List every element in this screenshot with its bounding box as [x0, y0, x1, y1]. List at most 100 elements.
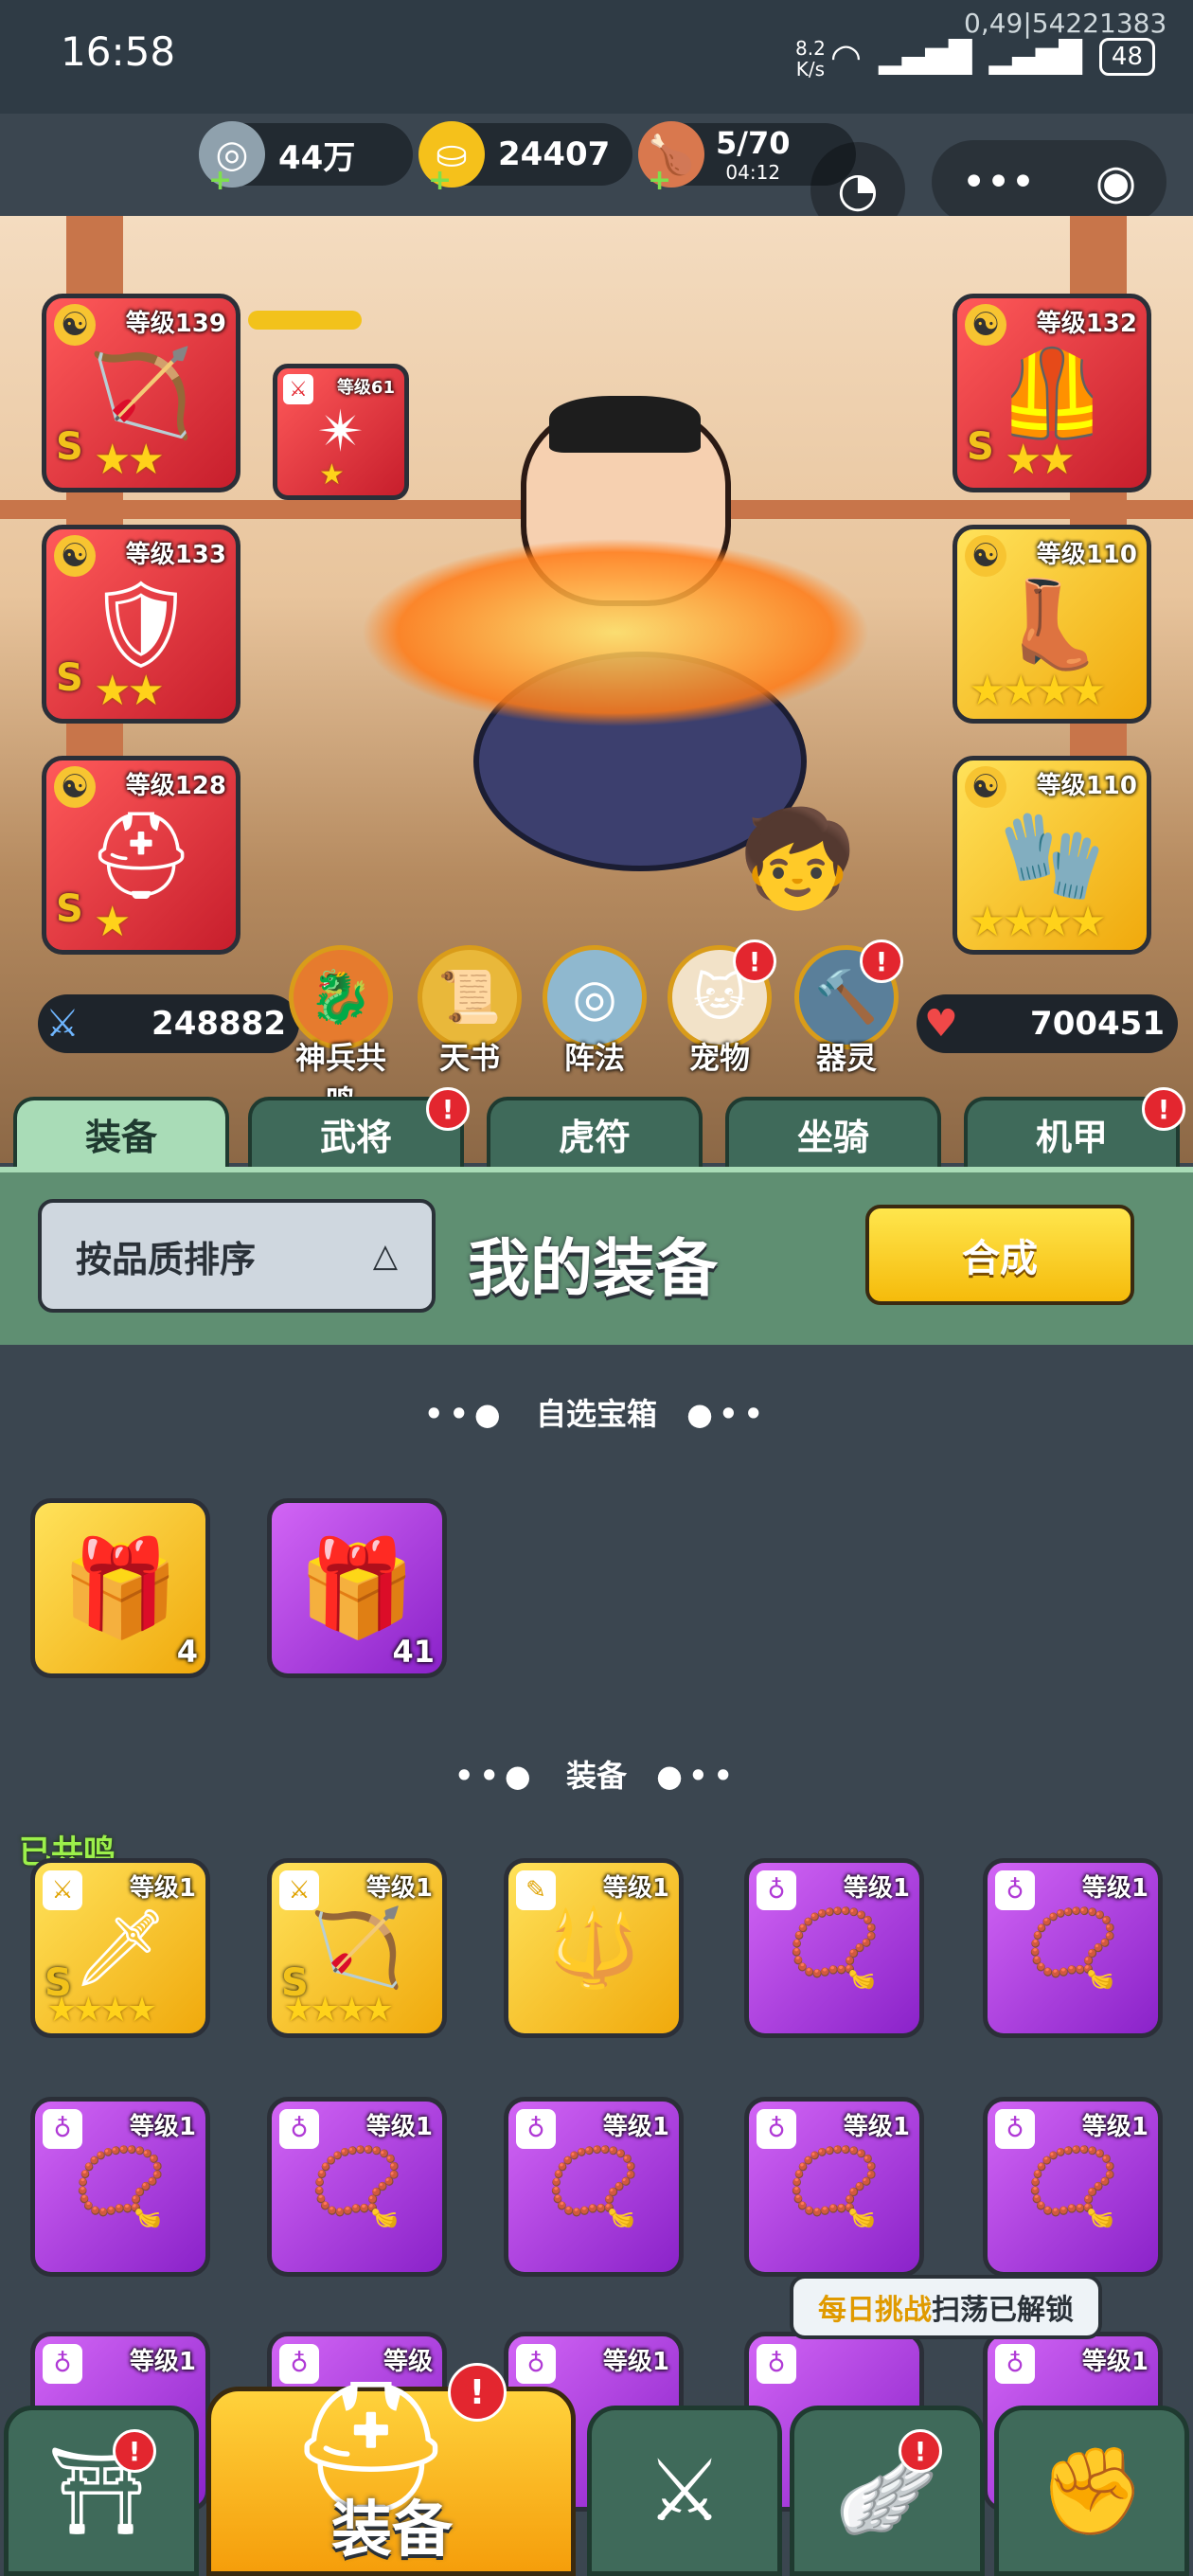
- equipment-item[interactable]: ♁ 等级1 📿: [267, 2097, 447, 2277]
- gold-resource[interactable]: ⛀ + 24407: [418, 121, 632, 197]
- equipment-item[interactable]: ⚔ 等级1 🏹 S ★★★★: [267, 1858, 447, 2038]
- boots-icon: 👢: [998, 574, 1106, 674]
- wifi-icon: ◠: [829, 36, 863, 78]
- stamina-timer: 04:12: [725, 161, 781, 184]
- slot-level: 等级110: [1036, 772, 1137, 800]
- nav-shop[interactable]: ⛩ !: [4, 2406, 199, 2576]
- equip-slot-right-1[interactable]: ☯ 等级132 🦺 S ★★: [953, 294, 1151, 492]
- silver-value: 44万: [278, 138, 356, 177]
- crossbow-icon: 🏹: [310, 1904, 404, 1992]
- add-icon: +: [648, 164, 672, 197]
- feature-formation[interactable]: ◎ 阵法: [538, 945, 651, 1078]
- yin-yang-icon: ☯: [54, 535, 96, 577]
- item-count: 41: [392, 1634, 435, 1670]
- item-level: 等级1: [1081, 1874, 1148, 1903]
- alert-badge: !: [860, 939, 903, 983]
- more-icon[interactable]: •••: [962, 158, 1036, 206]
- dots-decoration: ●••: [686, 1396, 769, 1432]
- equipment-item[interactable]: ♁ 等级1 📿: [30, 2097, 210, 2277]
- equipment-item[interactable]: ✎ 等级1 🔱: [504, 1858, 684, 2038]
- equipment-item[interactable]: ♁ 等级1 📿: [504, 2097, 684, 2277]
- tab-equipment[interactable]: 装备: [13, 1097, 229, 1167]
- feature-label: 宠物: [688, 1040, 750, 1076]
- tab-label: 武将: [319, 1116, 392, 1158]
- tab-generals[interactable]: 武将!: [248, 1087, 470, 1167]
- mystery-chest-icon: 🎁: [61, 1532, 180, 1643]
- equip-slot-left-2[interactable]: ☯ 等级133 🛡 S ★★: [42, 525, 240, 724]
- tab-label: 机甲: [1035, 1116, 1108, 1158]
- horn-necklace-icon: 📿: [787, 2142, 881, 2230]
- feature-heavenly-book[interactable]: 📜 天书: [413, 945, 526, 1078]
- feature-label: 阵法: [563, 1040, 625, 1076]
- star-rating: ★★★★: [283, 1991, 394, 2030]
- nav-battle[interactable]: ⚔: [587, 2406, 782, 2576]
- alert-badge: !: [899, 2429, 942, 2473]
- mystery-chest-icon: 🎁: [297, 1532, 417, 1643]
- item-level: 等级1: [1081, 2348, 1148, 2376]
- feature-weapon-spirit[interactable]: 🔨 器灵 !: [790, 939, 903, 1078]
- yin-yang-icon: ☯: [965, 535, 1006, 577]
- item-level: 等级1: [365, 1874, 433, 1903]
- tab-mount[interactable]: 坐骑: [725, 1097, 941, 1167]
- equipment-item[interactable]: ♁ 等级1 📿: [744, 1858, 924, 2038]
- equipment-item[interactable]: ♁ 等级1 📿: [983, 1858, 1163, 2038]
- stamina-value: 5/70: [716, 125, 791, 161]
- item-level: 等级1: [843, 1874, 910, 1903]
- medal-tag-icon: ♁: [516, 2109, 556, 2149]
- selectable-chest-purple[interactable]: 🎁 41: [267, 1498, 447, 1678]
- status-icons: ◠ ▂▄▆█ ▂▄▆█ 48: [830, 28, 1155, 85]
- equipment-item[interactable]: ♁ 等级1 📿: [983, 2097, 1163, 2277]
- nav-upgrade[interactable]: ✊: [994, 2406, 1189, 2576]
- item-level: 等级1: [843, 2113, 910, 2141]
- tab-mecha[interactable]: 机甲!: [964, 1087, 1185, 1167]
- grade-label: S: [56, 656, 83, 700]
- item-level: 等级1: [129, 1874, 196, 1903]
- alert-badge: !: [1142, 1087, 1185, 1131]
- chain-link: [248, 311, 362, 330]
- item-level: 等级1: [1081, 2113, 1148, 2141]
- section-title-text: 自选宝箱: [535, 1396, 657, 1432]
- tab-tiger-tally[interactable]: 虎符: [487, 1097, 703, 1167]
- star-rating: ★★★★: [969, 898, 1107, 946]
- star-rating: ★: [94, 898, 132, 946]
- star-rating: ★: [319, 458, 345, 492]
- feature-divine-resonance[interactable]: 🐉 神兵共鸣: [284, 945, 398, 1121]
- feature-pet[interactable]: 🐱 宠物 !: [663, 939, 776, 1078]
- equip-slot-left-1[interactable]: ☯ 等级139 🏹 S ★★: [42, 294, 240, 492]
- shuriken-icon: ✴: [316, 399, 365, 465]
- star-rating: ★★: [94, 667, 165, 715]
- feature-label: 天书: [438, 1040, 500, 1076]
- selectable-chest-gold[interactable]: 🎁 4: [30, 1498, 210, 1678]
- scroll-tag-icon: ✎: [516, 1870, 556, 1910]
- slot-level: 等级133: [125, 541, 226, 569]
- equip-slot-right-2[interactable]: ☯ 等级110 👢 ★★★★: [953, 525, 1151, 724]
- horn-necklace-icon: 📿: [73, 2142, 168, 2230]
- silver-resource[interactable]: ◎ + 44万: [199, 121, 413, 197]
- close-circle-icon[interactable]: ◉: [1095, 154, 1137, 209]
- horn-necklace-icon: 📿: [546, 2142, 641, 2230]
- triangle-up-icon: △: [372, 1237, 398, 1275]
- heart-icon: ♥: [924, 1002, 958, 1046]
- sword-icon: ⚔: [45, 1002, 80, 1046]
- network-speed: 8.2 K/s: [795, 38, 826, 80]
- equipment-item[interactable]: ⚔ 等级1 🗡 S ★★★★: [30, 1858, 210, 2038]
- sword-tag-icon: ⚔: [43, 1870, 82, 1910]
- gold-value: 24407: [498, 135, 611, 173]
- unlock-toast: 每日挑战 扫荡已解锁: [790, 2275, 1102, 2339]
- hero-character[interactable]: 🧒: [360, 367, 890, 955]
- equip-slot-left-3[interactable]: ☯ 等级128 ⛑ S ★: [42, 756, 240, 955]
- equipment-item[interactable]: ♁ 等级1 📿: [744, 2097, 924, 2277]
- craft-button[interactable]: 合成: [865, 1205, 1134, 1305]
- equip-slot-right-3[interactable]: ☯ 等级110 🧤 ★★★★: [953, 756, 1151, 955]
- star-rating: ★★★★: [969, 667, 1107, 715]
- nav-heroes[interactable]: 🪽 !: [790, 2406, 985, 2576]
- equipment-section-title: ••● 装备 ●••: [0, 1752, 1193, 1796]
- sort-by-quality-button[interactable]: 按品质排序 △: [38, 1199, 436, 1313]
- equip-slot-extra[interactable]: ⚔ 等级61 ✴ ★: [273, 364, 409, 500]
- helmet-icon: ⛑: [86, 805, 196, 905]
- medal-tag-icon: ♁: [995, 2109, 1035, 2149]
- hero-hair: [549, 396, 701, 453]
- sort-label: 按品质排序: [76, 1238, 257, 1280]
- grade-label: S: [56, 887, 83, 931]
- yin-yang-icon: ☯: [54, 766, 96, 808]
